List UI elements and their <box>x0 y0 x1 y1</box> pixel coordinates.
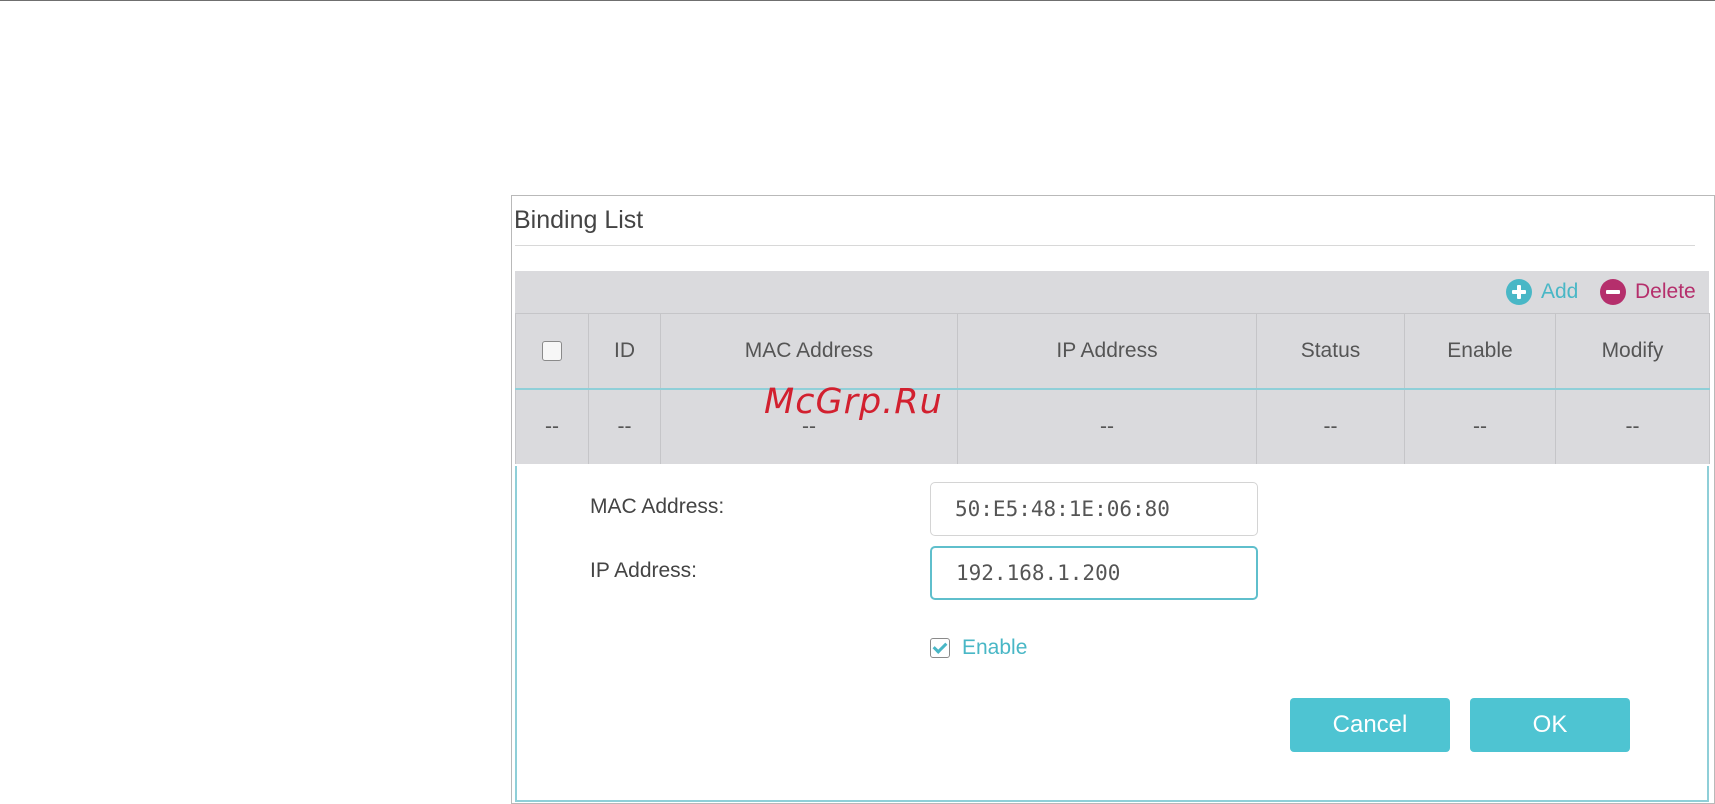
row-edit-form: MAC Address: IP Address: Enable Cancel O… <box>515 466 1709 802</box>
add-button-label: Add <box>1541 280 1579 303</box>
cancel-button[interactable]: Cancel <box>1290 698 1450 752</box>
column-header-enable[interactable]: Enable <box>1404 313 1556 390</box>
column-header-ip-address[interactable]: IP Address <box>957 313 1257 390</box>
enable-checkbox[interactable] <box>930 638 950 658</box>
panel-title: Binding List <box>514 206 644 234</box>
select-all-cell <box>515 313 589 390</box>
watermark: McGrp.Ru <box>764 382 943 422</box>
minus-circle-icon <box>1600 279 1626 305</box>
title-divider <box>515 245 1695 246</box>
top-divider <box>0 0 1715 1</box>
table-toolbar: Add Delete <box>515 271 1709 313</box>
table-cell: -- <box>515 389 589 464</box>
table-row[interactable]: -- -- -- -- -- -- -- <box>515 389 1710 464</box>
table-header-row: ID MAC Address IP Address Status Enable … <box>515 313 1710 390</box>
delete-button-label: Delete <box>1635 280 1696 303</box>
enable-checkbox-label[interactable]: Enable <box>962 636 1027 660</box>
column-header-mac-address[interactable]: MAC Address <box>660 313 958 390</box>
column-header-id[interactable]: ID <box>588 313 661 390</box>
column-header-status[interactable]: Status <box>1256 313 1405 390</box>
ok-button[interactable]: OK <box>1470 698 1630 752</box>
enable-checkbox-row[interactable]: Enable <box>930 636 1027 660</box>
table-cell: -- <box>957 389 1257 464</box>
plus-circle-icon <box>1506 279 1532 305</box>
table-cell: -- <box>1256 389 1405 464</box>
mac-address-label: MAC Address: <box>590 495 725 518</box>
ip-address-label: IP Address: <box>590 559 698 582</box>
table-cell: -- <box>1404 389 1556 464</box>
column-header-modify[interactable]: Modify <box>1555 313 1710 390</box>
ip-address-field[interactable] <box>930 546 1258 600</box>
table-cell: -- <box>588 389 661 464</box>
mac-address-field[interactable] <box>930 482 1258 536</box>
select-all-checkbox[interactable] <box>542 341 562 362</box>
delete-button[interactable]: Delete <box>1600 271 1696 313</box>
binding-list-panel: Binding List Add Delete ID MAC Address I… <box>511 195 1715 804</box>
add-button[interactable]: Add <box>1506 271 1578 313</box>
table-cell: -- <box>1555 389 1710 464</box>
binding-table: ID MAC Address IP Address Status Enable … <box>515 313 1710 464</box>
